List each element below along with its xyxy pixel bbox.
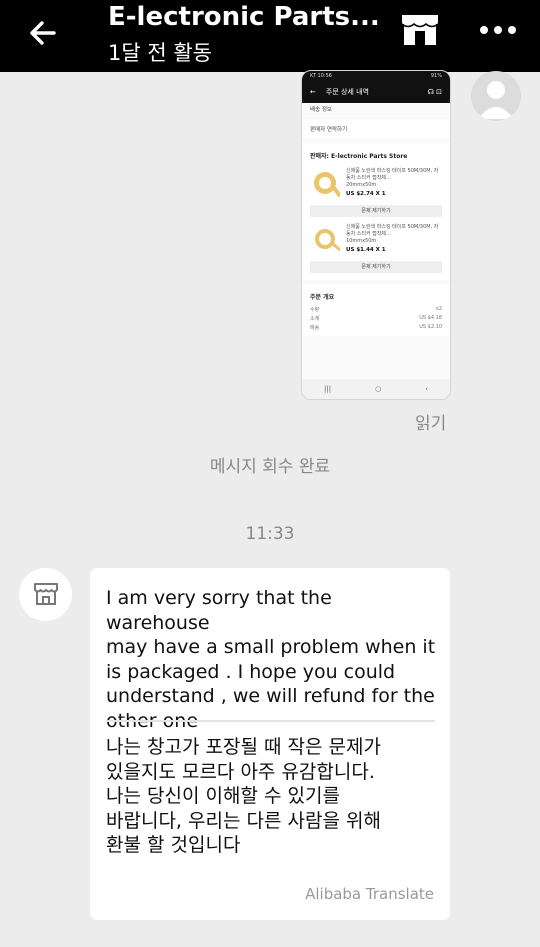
store-icon <box>34 583 58 605</box>
summary-row: 배송 US $2.10 <box>310 324 442 331</box>
top-bar: E-lectronic Parts... 1달 전 활동 <box>0 0 540 72</box>
message-bubble[interactable]: I am very sorry that the warehouse may h… <box>90 568 450 920</box>
screenshot-title: 주문 상세 내역 <box>325 88 369 96</box>
tape-icon <box>310 168 342 198</box>
message-recalled-notice: 메시지 회수 완료 <box>209 457 331 477</box>
store-avatar[interactable] <box>19 568 72 621</box>
contact-section: 판매자 연락하기 <box>302 119 450 139</box>
back-icon: ‹ <box>425 385 428 393</box>
store-icon[interactable] <box>400 13 440 47</box>
home-icon: ○ <box>375 385 382 393</box>
summary-title: 주문 개요 <box>310 294 335 301</box>
message-timestamp: 11:33 <box>245 524 295 544</box>
dispute-button: 문제 제기하기 <box>310 261 442 273</box>
shipping-info-text: 배송 정보 <box>310 107 332 113</box>
last-active-status: 1달 전 활동 <box>108 41 212 65</box>
summary-row: 수량 x2 <box>310 306 442 313</box>
more-options-icon[interactable] <box>478 18 518 42</box>
recent-apps-icon: ||| <box>324 385 332 393</box>
user-avatar <box>471 71 521 121</box>
back-arrow-icon[interactable] <box>26 16 60 50</box>
screenshot-status-bar: KT 10:56 91% <box>302 71 450 81</box>
screenshot-nav-bar: ||| ○ ‹ <box>302 379 450 399</box>
message-text-translated: 나는 창고가 포장될 때 작은 문제가 있을지도 모르다 아주 유감합니다. 나… <box>106 736 381 856</box>
tape-icon <box>310 224 341 254</box>
translation-divider <box>106 720 435 722</box>
seller-section: 판매자: E-lectronic Parts Store 신제품 노란색 마스킹… <box>302 143 450 280</box>
order-item: 신제품 노란색 마스킹 테이프 50M/30M, 자동차 스티커 접착제... … <box>302 164 450 202</box>
order-screenshot-image[interactable]: KT 10:56 91% ← 주문 상세 내역 ☊ ⊡ 배송 정보 판매자 연락… <box>301 70 451 400</box>
dispute-button: 문제 제기하기 <box>310 205 442 217</box>
seller-name: 판매자: E-lectronic Parts Store <box>310 153 408 160</box>
message-text-original: I am very sorry that the warehouse may h… <box>106 587 436 732</box>
contact-seller-text: 판매자 연락하기 <box>310 127 348 133</box>
read-receipt: 읽기 <box>415 414 447 434</box>
summary-row: 소계 US $4.18 <box>310 315 442 322</box>
order-item: 신제품 노란색 마스킹 테이프 50M/30M, 자동차 스티커 접착제... … <box>302 220 450 258</box>
chat-title[interactable]: E-lectronic Parts... <box>108 2 380 32</box>
screenshot-header: ← 주문 상세 내역 ☊ ⊡ <box>302 81 450 103</box>
summary-section: 주문 개요 수량 x2 소계 US $4.18 배송 US $2.10 <box>302 284 450 336</box>
translation-attribution: Alibaba Translate <box>305 885 434 903</box>
